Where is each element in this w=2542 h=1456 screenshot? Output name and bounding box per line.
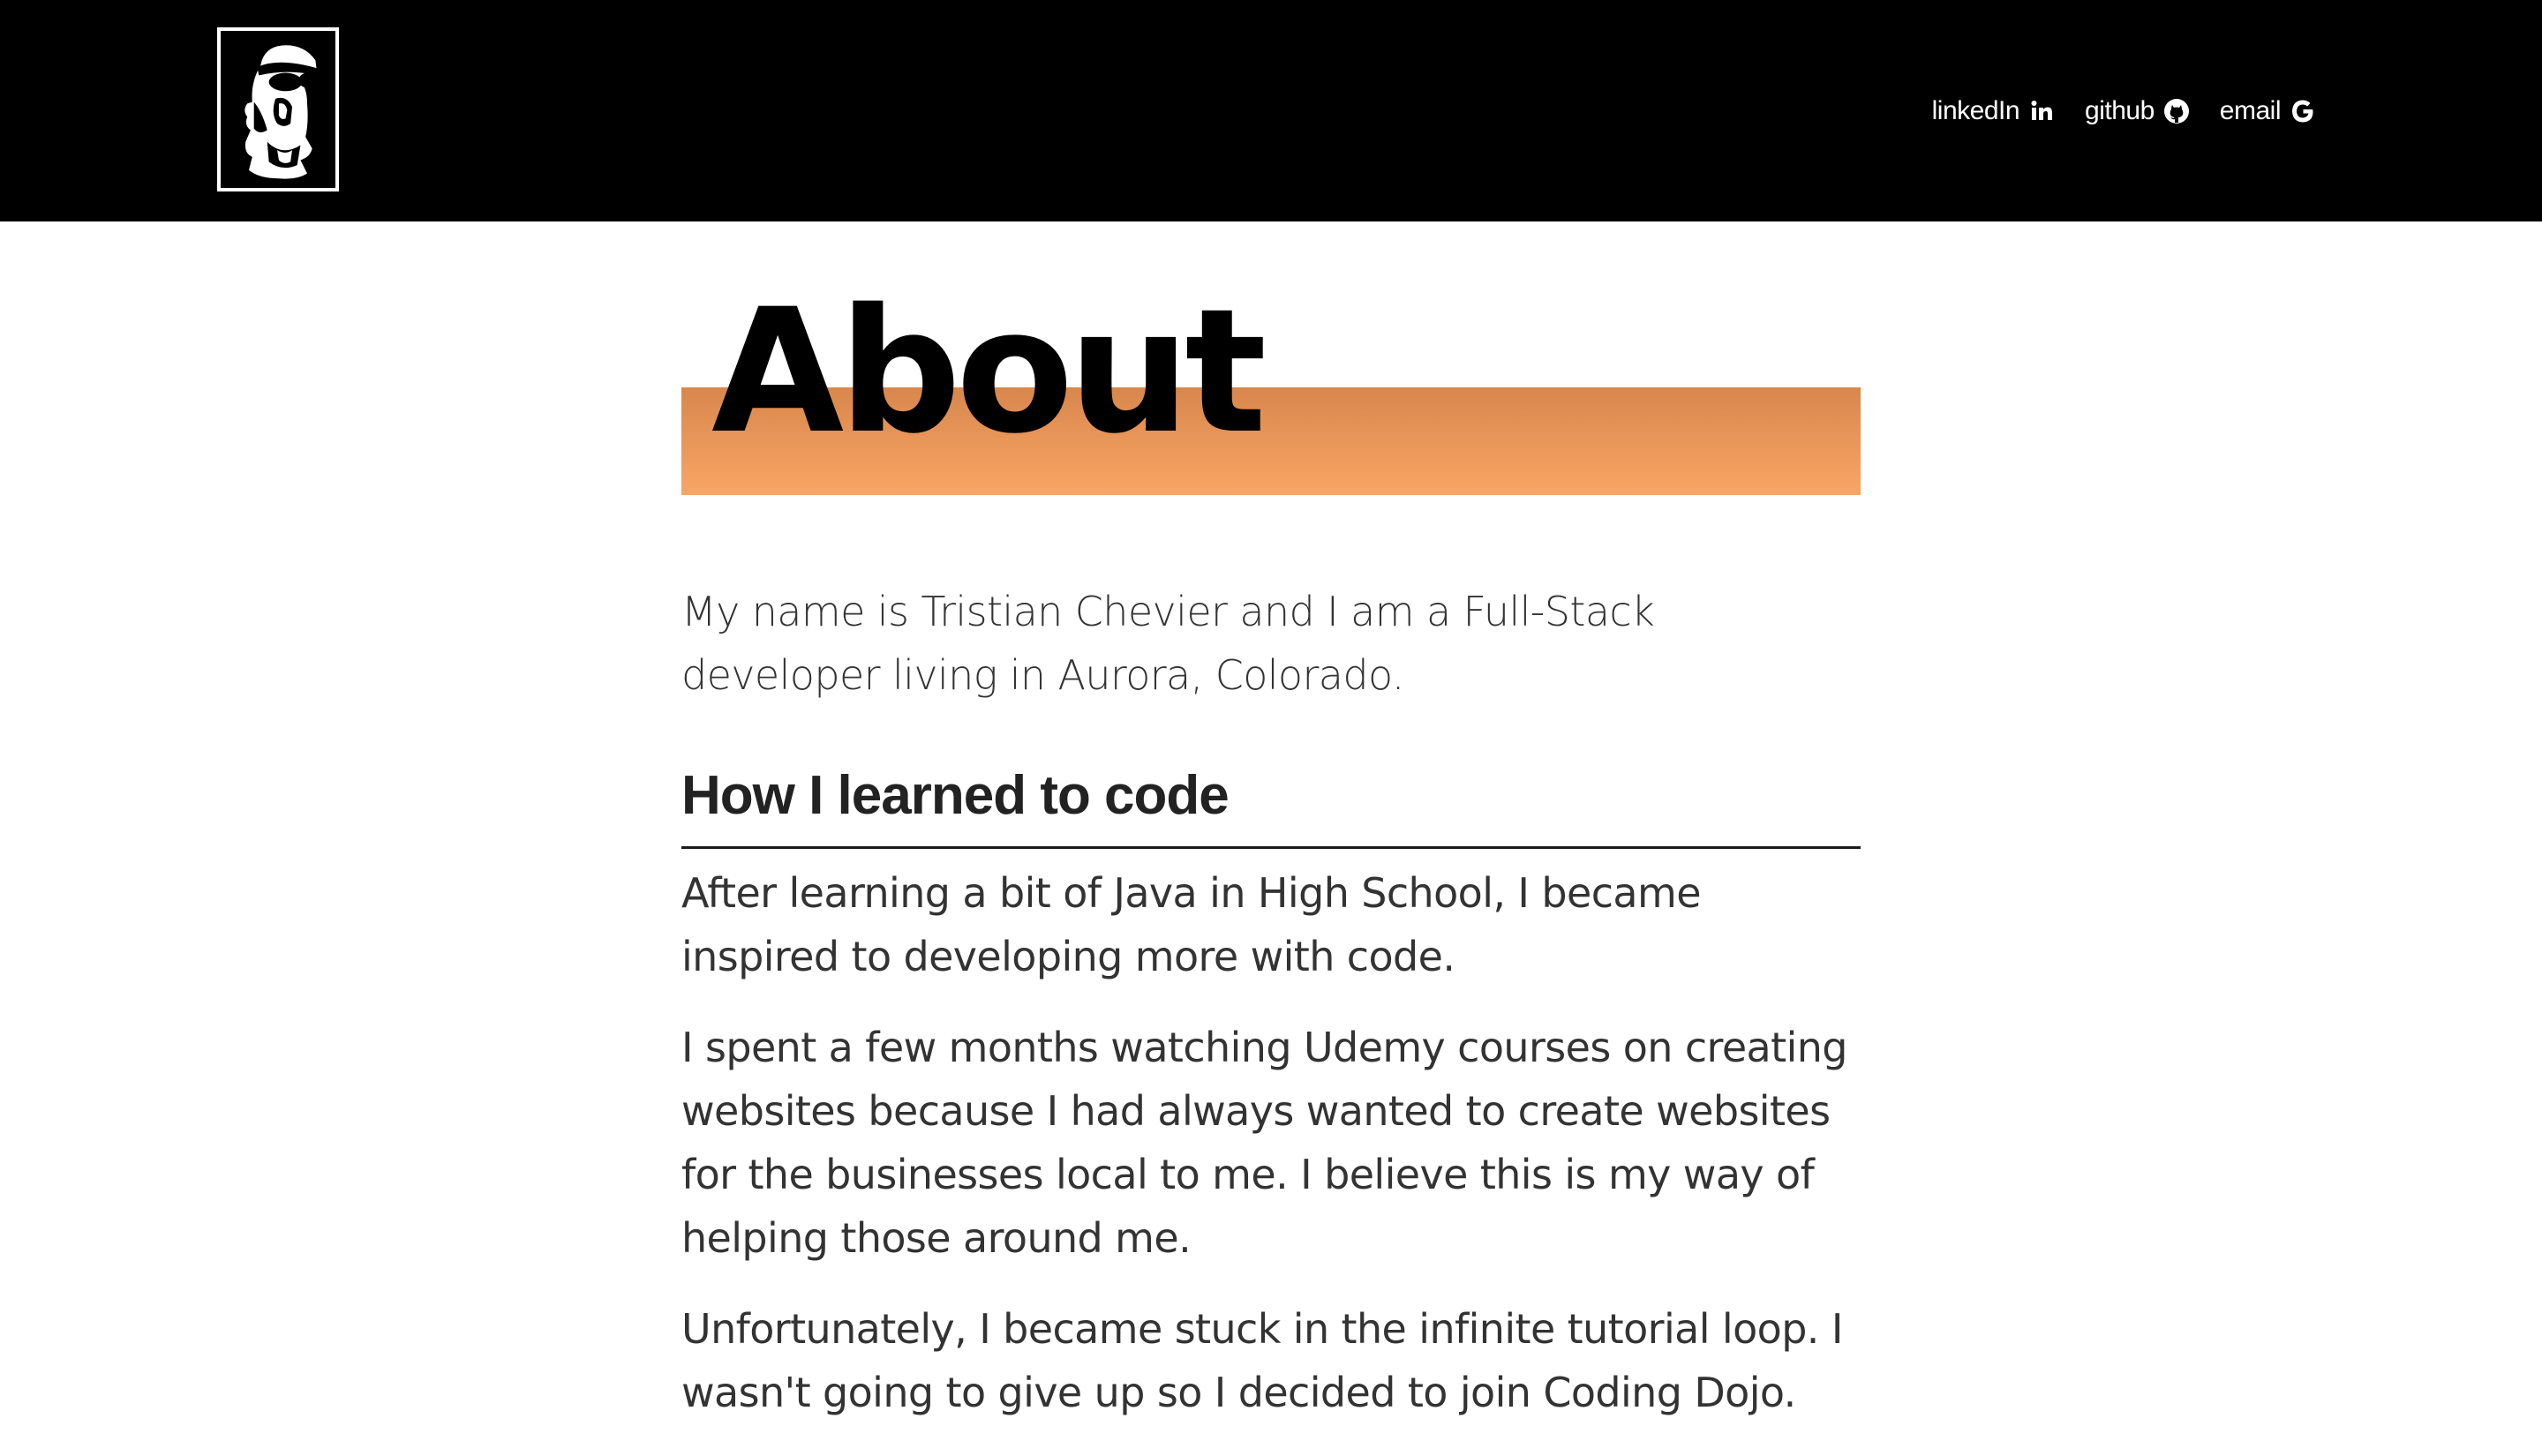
nav-link-linkedin[interactable]: linkedIn: [1932, 96, 2057, 126]
body-paragraph: Unfortunately, I became stuck in the inf…: [681, 1305, 1843, 1416]
navbar: linkedIn github email: [0, 0, 2542, 221]
nav-link-github[interactable]: github: [2085, 96, 2192, 126]
linkedin-icon: [2027, 96, 2057, 126]
main-content: About My name is Tristian Chevier and I …: [681, 221, 1861, 1416]
page-title-block: About: [681, 221, 1861, 504]
intro-paragraph: My name is Tristian Chevier and I am a F…: [681, 588, 1655, 699]
nav-links: linkedIn github email: [1932, 88, 2318, 134]
nav-link-label: email: [2219, 96, 2282, 125]
body-paragraph: After learning a bit of Java in High Sch…: [681, 869, 1702, 980]
nav-link-label: github: [2085, 96, 2155, 125]
body-paragraph: I spent a few months watching Udemy cour…: [681, 1024, 1848, 1262]
portrait-icon: [221, 32, 335, 187]
nav-link-label: linkedIn: [1931, 96, 2020, 125]
nav-link-email[interactable]: email: [2220, 96, 2318, 126]
logo-portrait[interactable]: [217, 27, 339, 191]
github-icon: [2162, 96, 2192, 126]
google-icon: [2288, 96, 2318, 126]
page-title: About: [711, 272, 1267, 471]
section-heading: How I learned to code: [681, 760, 1861, 849]
